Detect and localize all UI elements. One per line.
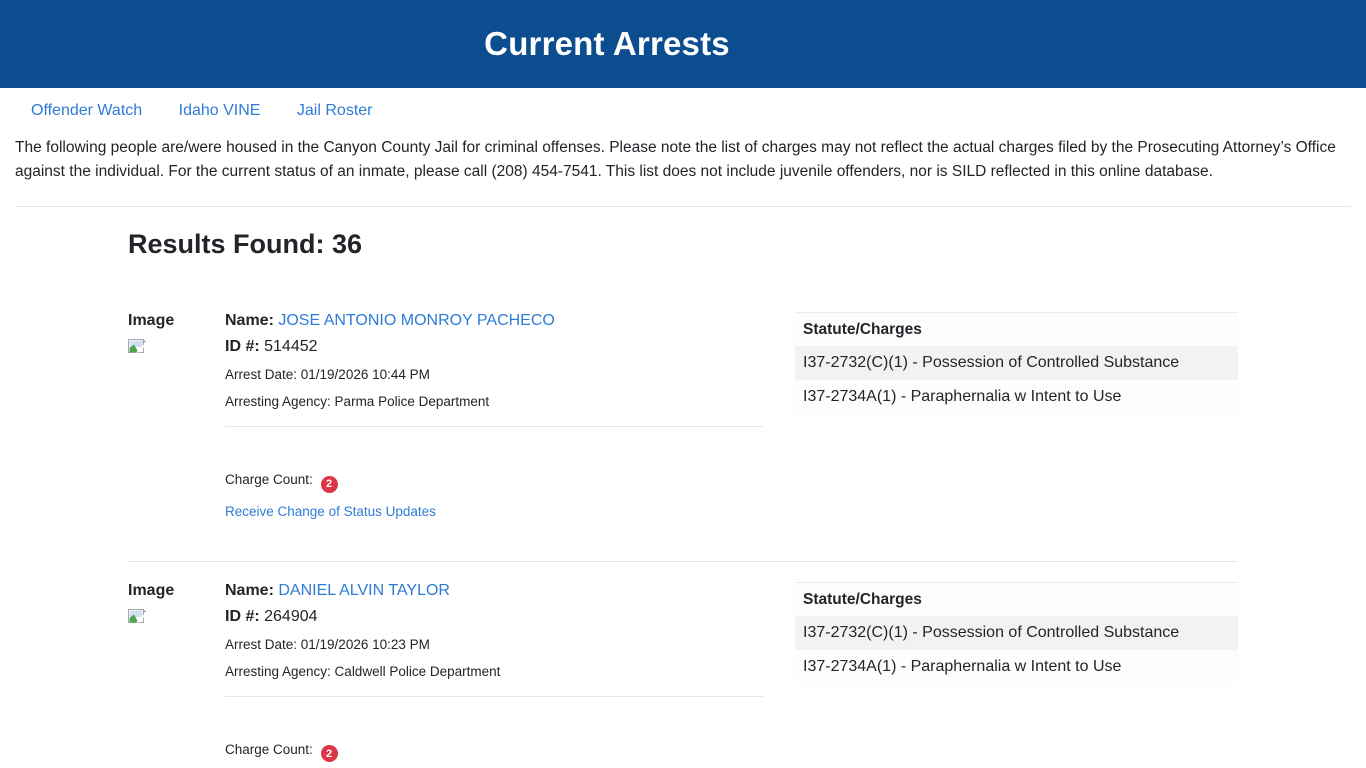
arresting-agency: Arresting Agency: Caldwell Police Depart…: [225, 663, 501, 679]
charges-table: Statute/Charges I37-2732(C)(1) - Possess…: [795, 312, 1238, 414]
id-line: ID #: 514452: [225, 338, 763, 356]
broken-image-icon: [128, 608, 147, 624]
page-divider: [15, 206, 1351, 207]
image-column: Image: [128, 582, 225, 768]
name-label: Name:: [225, 581, 274, 599]
arresting-agency: Arresting Agency: Parma Police Departmen…: [225, 394, 490, 409]
charges-table: Statute/Charges I37-2732(C)(1) - Possess…: [795, 581, 1238, 684]
charges-table-header: Statute/Charges: [803, 321, 922, 338]
charges-column: Statute/Charges I37-2732(C)(1) - Possess…: [795, 312, 1238, 521]
image-column-label: Image: [128, 312, 175, 329]
inmate-id-value: 514452: [264, 338, 318, 355]
status-updates-link[interactable]: Receive Change of Status Updates: [225, 504, 436, 519]
inmate-id-value: 264904: [264, 607, 318, 625]
inmate-details: Name: DANIEL ALVIN TAYLOR ID #: 264904 A…: [225, 582, 763, 768]
charge-cell: I37-2734A(1) - Paraphernalia w Intent to…: [803, 657, 1122, 675]
broken-image-icon: [128, 339, 147, 354]
charge-row: I37-2732(C)(1) - Possession of Controlle…: [795, 615, 1238, 650]
charge-row: I37-2734A(1) - Paraphernalia w Intent to…: [795, 650, 1238, 684]
image-column: Image: [128, 312, 225, 521]
arrest-date: Arrest Date: 01/19/2026 10:44 PM: [225, 367, 430, 382]
id-label: ID #:: [225, 338, 260, 355]
arrest-date: Arrest Date: 01/19/2026 10:23 PM: [225, 636, 430, 652]
results-container: Results Found: 36 Image Name: JOSE ANTON…: [128, 229, 1238, 768]
id-line: ID #: 264904: [225, 608, 763, 626]
id-label: ID #:: [225, 607, 260, 625]
inmate-name-link[interactable]: DANIEL ALVIN TAYLOR: [278, 582, 450, 599]
record-divider: [128, 560, 1238, 562]
nav-link-idaho-vine[interactable]: Idaho VINE: [179, 102, 261, 120]
charge-row: I37-2732(C)(1) - Possession of Controlle…: [795, 346, 1238, 380]
charge-cell: I37-2734A(1) - Paraphernalia w Intent to…: [803, 388, 1122, 405]
inmate-details: Name: JOSE ANTONIO MONROY PACHECO ID #: …: [225, 312, 763, 521]
charge-count-label: Charge Count:: [225, 472, 313, 487]
results-count-heading: Results Found: 36: [128, 229, 363, 259]
name-line: Name: DANIEL ALVIN TAYLOR: [225, 582, 763, 600]
charge-count-line: Charge Count: 2: [225, 741, 763, 762]
charges-table-header: Statute/Charges: [803, 590, 922, 608]
page-header: Current Arrests: [0, 0, 1366, 88]
details-divider: [225, 695, 763, 697]
image-column-label: Image: [128, 581, 175, 599]
name-line: Name: JOSE ANTONIO MONROY PACHECO: [225, 312, 763, 330]
arrest-record: Image Name: JOSE ANTONIO MONROY PACHECO …: [128, 312, 1238, 521]
charge-count-badge: 2: [320, 745, 338, 762]
charge-cell: I37-2732(C)(1) - Possession of Controlle…: [795, 615, 1238, 650]
arrest-record: Image Name: DANIEL ALVIN TAYLOR ID #: 26…: [128, 581, 1238, 768]
intro-text: The following people are/were housed in …: [15, 139, 1336, 180]
inmate-name-link[interactable]: JOSE ANTONIO MONROY PACHECO: [278, 312, 555, 329]
charge-count-line: Charge Count: 2: [225, 472, 763, 493]
charge-count-badge: 2: [320, 475, 338, 493]
charges-column: Statute/Charges I37-2732(C)(1) - Possess…: [795, 581, 1238, 768]
top-nav: Offender Watch Idaho VINE Jail Roster: [0, 88, 1366, 126]
charge-cell: I37-2732(C)(1) - Possession of Controlle…: [795, 346, 1238, 380]
name-label: Name:: [225, 312, 274, 329]
nav-link-offender-watch[interactable]: Offender Watch: [31, 102, 142, 120]
nav-link-jail-roster[interactable]: Jail Roster: [297, 102, 373, 120]
details-divider: [225, 426, 763, 427]
charge-row: I37-2734A(1) - Paraphernalia w Intent to…: [795, 380, 1238, 414]
page-title: Current Arrests: [484, 25, 730, 62]
charge-count-label: Charge Count:: [225, 741, 313, 757]
